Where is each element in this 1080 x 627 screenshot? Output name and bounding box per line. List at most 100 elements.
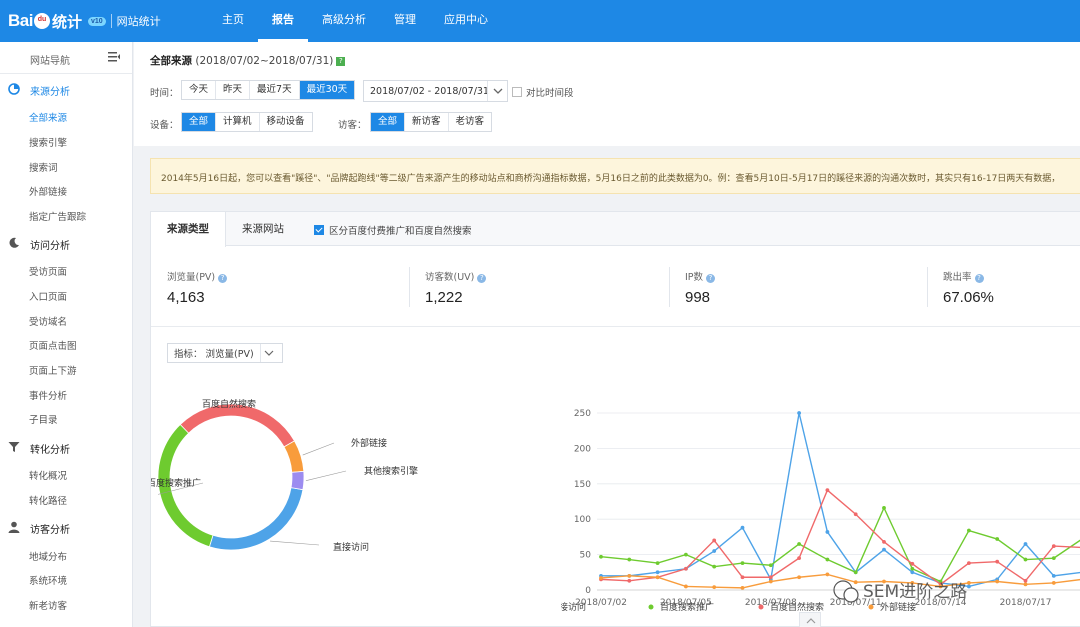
- data-point[interactable]: [712, 549, 717, 553]
- data-point[interactable]: [910, 561, 915, 566]
- question-icon[interactable]: ?: [218, 274, 228, 283]
- question-icon[interactable]: ?: [477, 274, 487, 283]
- scroll-up-button[interactable]: [799, 612, 821, 627]
- sidebar-item-click-map[interactable]: 页面点击图: [29, 338, 77, 352]
- data-point[interactable]: [684, 552, 688, 557]
- data-point[interactable]: [599, 554, 603, 559]
- data-point[interactable]: [627, 578, 632, 583]
- data-point[interactable]: [882, 547, 886, 552]
- data-point[interactable]: [599, 576, 603, 580]
- data-point[interactable]: [712, 564, 717, 569]
- help-icon[interactable]: ?: [336, 57, 346, 66]
- sidebar-item-conversion-path[interactable]: 转化路径: [29, 493, 67, 507]
- data-point[interactable]: [740, 561, 745, 565]
- series-line[interactable]: [601, 412, 1080, 588]
- date-range-picker[interactable]: 2018/07/02 - 2018/07/31: [363, 80, 508, 102]
- data-point[interactable]: [684, 566, 688, 571]
- visitor-returning-button[interactable]: 老访客: [449, 113, 492, 131]
- sidebar-item-geo-distribution[interactable]: 地域分布: [29, 549, 67, 563]
- data-point[interactable]: [712, 538, 717, 543]
- baidu-tongji-logo[interactable]: Bai du 统计 v10 网站统计: [8, 8, 161, 34]
- data-point[interactable]: [655, 561, 660, 565]
- sidebar-item-system-environment[interactable]: 系统环境: [29, 573, 67, 587]
- data-point[interactable]: [1023, 542, 1028, 546]
- data-point[interactable]: [797, 542, 801, 546]
- data-point[interactable]: [910, 566, 915, 571]
- question-icon[interactable]: ?: [974, 274, 984, 283]
- sidebar-group-visit-analysis[interactable]: 访问分析: [0, 230, 133, 256]
- sidebar-item-entry-pages[interactable]: 入口页面: [29, 289, 67, 303]
- sidebar-item-page-flow[interactable]: 页面上下游: [29, 363, 77, 377]
- data-point[interactable]: [995, 537, 1000, 541]
- data-point[interactable]: [853, 512, 858, 517]
- distinguish-baidu-toggle[interactable]: 区分百度付费推广和百度自然搜索: [314, 223, 472, 237]
- data-point[interactable]: [825, 530, 830, 534]
- donut-slice[interactable]: [208, 487, 304, 551]
- data-point[interactable]: [797, 556, 801, 561]
- sidebar-item-event-analysis[interactable]: 事件分析: [29, 388, 67, 402]
- data-point[interactable]: [1023, 582, 1028, 587]
- device-all-button[interactable]: 全部: [182, 113, 217, 131]
- data-point[interactable]: [995, 559, 1000, 564]
- data-point[interactable]: [853, 580, 858, 585]
- data-point[interactable]: [825, 488, 830, 493]
- data-point[interactable]: [882, 539, 886, 544]
- sidebar-item-search-terms[interactable]: 搜索词: [29, 160, 58, 174]
- device-mobile-button[interactable]: 移动设备: [260, 113, 312, 131]
- tab-source-type[interactable]: 来源类型: [151, 212, 226, 247]
- time-today-button[interactable]: 今天: [182, 81, 217, 99]
- data-point[interactable]: [684, 584, 688, 589]
- data-point[interactable]: [740, 585, 745, 590]
- distinguish-checkbox[interactable]: [314, 225, 324, 235]
- time-yesterday-button[interactable]: 昨天: [216, 81, 251, 99]
- data-point[interactable]: [627, 573, 632, 578]
- nav-reports[interactable]: 报告: [258, 0, 308, 42]
- sidebar-item-ad-tracking[interactable]: 指定广告跟踪: [29, 209, 86, 223]
- data-point[interactable]: [712, 585, 717, 590]
- data-point[interactable]: [1051, 556, 1056, 561]
- chevron-down-icon[interactable]: [259, 344, 276, 362]
- data-point[interactable]: [825, 572, 830, 577]
- compare-period-toggle[interactable]: 对比时间段: [512, 85, 574, 99]
- data-point[interactable]: [1051, 544, 1056, 549]
- time-last30-button[interactable]: 最近30天: [299, 81, 355, 99]
- data-point[interactable]: [655, 575, 660, 580]
- question-icon[interactable]: ?: [706, 274, 716, 283]
- sidebar-item-new-returning-visitors[interactable]: 新老访客: [29, 598, 67, 612]
- data-point[interactable]: [967, 584, 971, 589]
- nav-home[interactable]: 主页: [208, 0, 258, 42]
- data-point[interactable]: [627, 557, 632, 562]
- data-point[interactable]: [910, 570, 915, 575]
- time-last7-button[interactable]: 最近7天: [250, 81, 300, 99]
- nav-advanced-analysis[interactable]: 高级分析: [308, 0, 380, 42]
- sidebar-item-visited-domains[interactable]: 受访域名: [29, 314, 67, 328]
- data-point[interactable]: [768, 563, 773, 568]
- data-point[interactable]: [655, 570, 660, 575]
- sidebar-group-conversion-analysis[interactable]: 转化分析: [0, 434, 133, 460]
- nav-app-center[interactable]: 应用中心: [430, 0, 502, 42]
- tab-source-site[interactable]: 来源网站: [227, 212, 299, 246]
- data-point[interactable]: [740, 525, 745, 530]
- sidebar-group-visitor-analysis[interactable]: 访客分析: [0, 514, 133, 540]
- data-point[interactable]: [768, 575, 773, 580]
- visitor-all-button[interactable]: 全部: [371, 113, 406, 131]
- donut-slice[interactable]: [179, 403, 296, 448]
- nav-management[interactable]: 管理: [380, 0, 430, 42]
- data-point[interactable]: [797, 411, 801, 415]
- data-point[interactable]: [853, 570, 858, 575]
- legend-item[interactable]: 直接访问: [561, 601, 586, 613]
- sidebar-item-external-links[interactable]: 外部链接: [29, 184, 67, 198]
- legend-item[interactable]: 百度搜索推广: [648, 601, 715, 613]
- donut-slice[interactable]: [283, 440, 305, 473]
- data-point[interactable]: [882, 505, 886, 510]
- sidebar-group-source-analysis[interactable]: 来源分析: [0, 76, 133, 102]
- data-point[interactable]: [967, 528, 971, 533]
- sidebar-item-visited-pages[interactable]: 受访页面: [29, 264, 67, 278]
- chevron-down-icon[interactable]: [487, 81, 507, 101]
- collapse-menu-icon[interactable]: [108, 52, 120, 62]
- data-point[interactable]: [740, 575, 745, 580]
- data-point[interactable]: [768, 579, 773, 584]
- data-point[interactable]: [995, 579, 1000, 584]
- sidebar-item-subdirectory[interactable]: 子目录: [29, 412, 58, 426]
- sidebar-item-conversion-overview[interactable]: 转化概况: [29, 468, 67, 482]
